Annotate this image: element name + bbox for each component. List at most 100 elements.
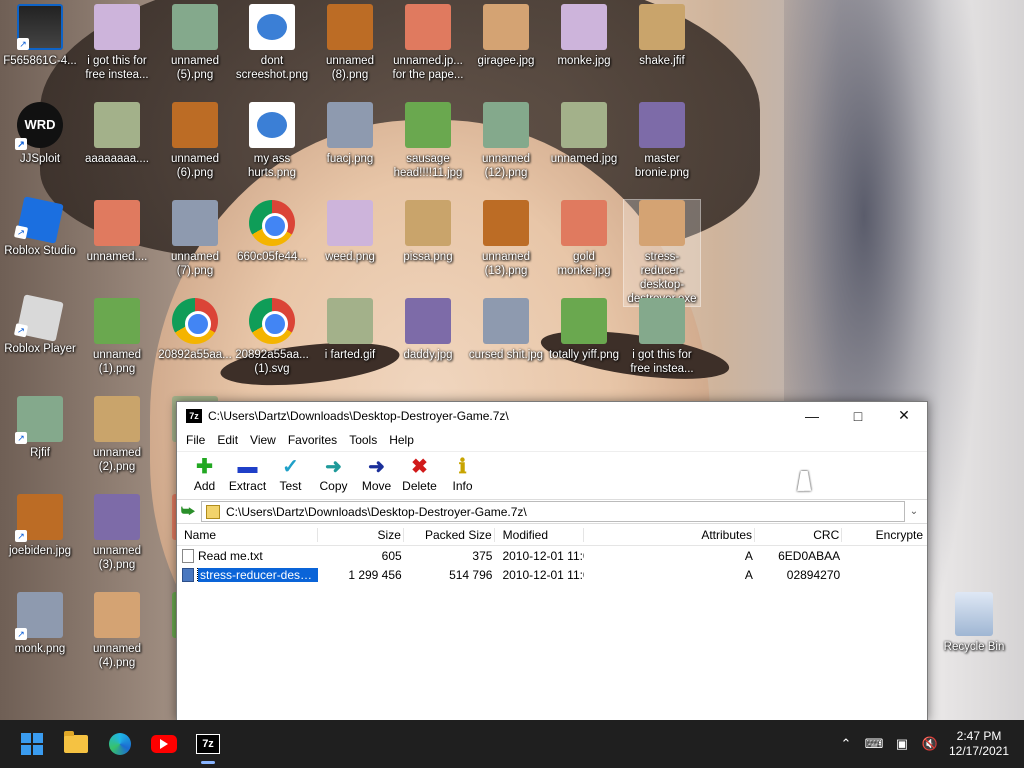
file-thumbnail-icon [561,298,607,344]
extract-button[interactable]: ▬ Extract [226,452,269,493]
copy-button[interactable]: ➜ Copy [312,452,355,493]
chrome-icon [249,200,295,246]
desktop-icon[interactable]: unnamed (8).png [312,4,388,82]
file-thumbnail-icon [561,4,607,50]
desktop-icon[interactable]: sausage head!!!!11.jpg [390,102,466,180]
desktop-icon[interactable]: pissa.png [390,200,466,264]
desktop-icon[interactable]: cursed shit.jpg [468,298,544,362]
desktop-icon[interactable]: 660c05fe44... [234,200,310,264]
desktop-icon[interactable]: F565861C-4... [2,4,78,68]
desktop-icon[interactable]: unnamed (7).png [157,200,233,278]
column-encrypted[interactable]: Encrypte [842,528,927,542]
window-titlebar[interactable]: 7z C:\Users\Dartz\Downloads\Desktop-Dest… [177,402,927,429]
file-thumbnail-icon [17,4,63,50]
up-folder-icon[interactable]: ⮩ [181,503,201,520]
move-button[interactable]: ➜ Move [355,452,398,493]
minimize-button[interactable]: — [789,402,835,429]
desktop-icon[interactable]: Rjfif [2,396,78,460]
desktop-icon[interactable]: monk.png [2,592,78,656]
file-thumbnail-icon [483,298,529,344]
desktop-icon[interactable]: i got this for free instea... [79,4,155,82]
menu-help[interactable]: Help [383,433,420,447]
desktop-icon[interactable]: daddy.jpg [390,298,466,362]
desktop-icon[interactable]: unnamed.jpg [546,102,622,166]
info-button[interactable]: ℹ Info [441,452,484,493]
close-button[interactable]: ✕ [881,402,927,429]
file-row[interactable]: Read me.txt 605 375 2010-12-01 11:06 A 6ED0AB… [177,546,927,565]
taskbar-7zip[interactable]: 7z [186,722,230,766]
desktop-icon[interactable]: my ass hurts.png [234,102,310,180]
volume-muted-icon[interactable]: 🔇 [916,736,944,752]
file-row[interactable]: stress-reducer-desktop-... 1 299 456 514 7… [177,565,927,584]
desktop-icon[interactable]: dont screeshot.png [234,4,310,82]
test-button[interactable]: ✓ Test [269,452,312,493]
copy-icon: ➜ [325,456,342,478]
desktop-icon[interactable]: i got this for free instea... [624,298,700,376]
column-name[interactable]: Name [177,527,319,542]
toolbar-label: Extract [228,479,267,493]
chevron-up-icon[interactable]: ⌃ [832,736,860,752]
column-crc[interactable]: CRC [755,527,843,542]
desktop-icon[interactable]: unnamed (13).png [468,200,544,278]
desktop-icon[interactable]: Roblox Player [2,294,78,356]
desktop-icon[interactable]: WRD JJSploit [2,102,78,166]
desktop-icon[interactable]: monke.jpg [546,4,622,68]
desktop-icon[interactable]: joebiden.jpg [2,494,78,558]
file-thumbnail-icon [327,4,373,50]
address-dropdown-icon[interactable]: ⌄ [905,506,923,517]
taskbar-youtube[interactable] [142,722,186,766]
desktop-icon[interactable]: 20892a55aa... [157,298,233,362]
file-packed-size: 375 [472,548,493,563]
desktop-icon[interactable]: stress-reducer-desktop-destroyer.exe [623,199,701,307]
desktop-icon[interactable]: unnamed.... [79,200,155,264]
column-packed-size[interactable]: Packed Size [404,527,495,542]
desktop-icon-label: sausage head!!!!11.jpg [393,153,463,179]
taskbar-edge[interactable] [98,722,142,766]
column-modified[interactable]: Modified [495,527,585,542]
sevenzip-window[interactable]: 7z C:\Users\Dartz\Downloads\Desktop-Dest… [176,401,928,721]
start-button[interactable] [10,722,54,766]
taskbar-file-explorer[interactable] [54,722,98,766]
file-list: Name Size Packed Size Modified Attribute… [177,524,927,584]
desktop-icon[interactable]: Recycle Bin [936,592,1012,654]
desktop-icon[interactable]: unnamed (4).png [79,592,155,670]
desktop-icon[interactable]: gold monke.jpg [546,200,622,278]
address-field[interactable]: C:\Users\Dartz\Downloads\Desktop-Destroy… [201,501,905,522]
desktop-icon[interactable]: unnamed (6).png [157,102,233,180]
network-icon[interactable]: ▣ [888,736,916,752]
desktop-icon[interactable]: unnamed (5).png [157,4,233,82]
column-size[interactable]: Size [318,527,404,542]
desktop-icon[interactable]: aaaaaaaa.... [79,102,155,166]
file-thumbnail-icon [94,4,140,50]
desktop-icon-label: my ass hurts.png [248,153,296,179]
desktop-icon[interactable]: master bronie.png [624,102,700,180]
desktop-icon[interactable]: totally yiff.png [546,298,622,362]
menu-edit[interactable]: Edit [211,433,244,447]
file-thumbnail-icon [405,102,451,148]
desktop-icon[interactable]: i farted.gif [312,298,388,362]
desktop-icon-label: unnamed.... [86,251,148,263]
desktop-icon[interactable]: unnamed (1).png [79,298,155,376]
desktop-icon[interactable]: 20892a55aa... (1).svg [234,298,310,376]
chrome-icon [249,298,295,344]
menu-tools[interactable]: Tools [343,433,383,447]
desktop-icon[interactable]: unnamed (12).png [468,102,544,180]
desktop-icon[interactable]: fuacj.png [312,102,388,166]
desktop-icon[interactable]: unnamed.jp... for the pape... [390,4,466,82]
keyboard-icon[interactable]: ⌨ [860,736,888,752]
column-attributes[interactable]: Attributes [584,527,756,542]
delete-button[interactable]: ✖ Delete [398,452,441,493]
menu-view[interactable]: View [244,433,282,447]
desktop-icon[interactable]: unnamed (3).png [79,494,155,572]
menu-favorites[interactable]: Favorites [282,433,343,447]
desktop-icon[interactable]: Roblox Studio [2,196,78,258]
desktop-icon[interactable]: unnamed (2).png [79,396,155,474]
add-button[interactable]: ✚ Add [183,452,226,493]
maximize-button[interactable]: □ [835,402,881,429]
desktop-icon[interactable]: weed.png [312,200,388,264]
menu-file[interactable]: File [180,433,211,447]
file-thumbnail-icon [639,298,685,344]
clock[interactable]: 2:47 PM 12/17/2021 [944,729,1014,759]
desktop-icon[interactable]: giragee.jpg [468,4,544,68]
desktop-icon[interactable]: shake.jfif [624,4,700,68]
